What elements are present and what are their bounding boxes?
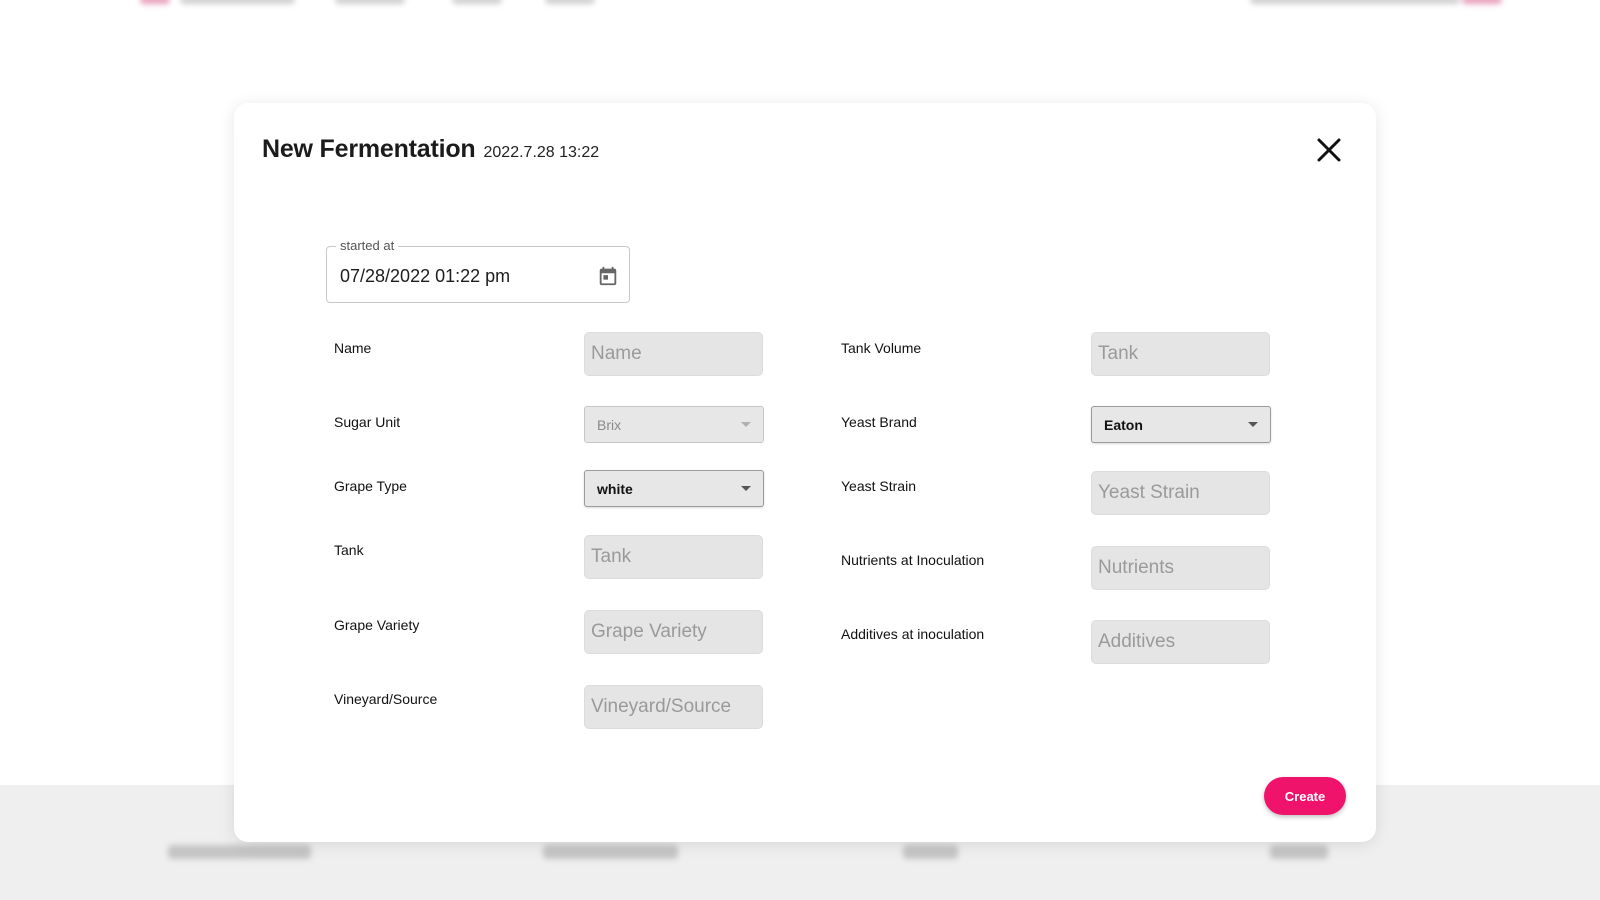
started-at-field[interactable]: started at 07/28/2022 01:22 pm [326,238,630,303]
create-button[interactable]: Create [1264,777,1346,815]
grape-variety-label: Grape Variety [334,617,420,633]
new-fermentation-modal: New Fermentation 2022.7.28 13:22 started… [234,103,1376,842]
yeast-brand-select[interactable]: Eaton [1091,406,1271,443]
grape-type-label: Grape Type [334,478,407,494]
grape-type-value: white [597,480,633,497]
started-at-label: started at [336,238,399,253]
modal-title: New Fermentation [262,135,476,163]
chevron-down-icon [741,422,751,427]
tank-label: Tank [334,542,364,558]
yeast-brand-value: Eaton [1104,416,1143,433]
chevron-down-icon [741,486,751,491]
tank-input[interactable] [584,535,763,579]
yeast-brand-label: Yeast Brand [841,414,917,430]
started-at-value: 07/28/2022 01:22 pm [340,266,511,286]
grape-type-select[interactable]: white [584,470,764,507]
background-navbar [0,0,1600,12]
sugar-unit-value: Brix [597,416,622,433]
chevron-down-icon [1248,422,1258,427]
modal-header: New Fermentation 2022.7.28 13:22 [262,135,599,164]
close-icon [1317,138,1341,162]
yeast-strain-input[interactable] [1091,471,1270,515]
tank-volume-label: Tank Volume [841,340,922,356]
tank-volume-input[interactable] [1091,332,1270,376]
calendar-icon[interactable] [597,265,619,287]
grape-variety-input[interactable] [584,610,763,654]
sugar-unit-select[interactable]: Brix [584,406,764,443]
sugar-unit-label: Sugar Unit [334,414,401,430]
yeast-strain-label: Yeast Strain [841,478,916,494]
name-label: Name [334,340,372,356]
nutrients-input[interactable] [1091,546,1270,590]
vineyard-source-input[interactable] [584,685,763,729]
nutrients-label: Nutrients at Inoculation [841,552,985,568]
additives-label: Additives at inoculation [841,626,985,642]
name-input[interactable] [584,332,763,376]
vineyard-source-label: Vineyard/Source [334,691,438,707]
additives-input[interactable] [1091,620,1270,664]
close-button[interactable] [1316,137,1342,163]
modal-timestamp: 2022.7.28 13:22 [483,144,600,161]
